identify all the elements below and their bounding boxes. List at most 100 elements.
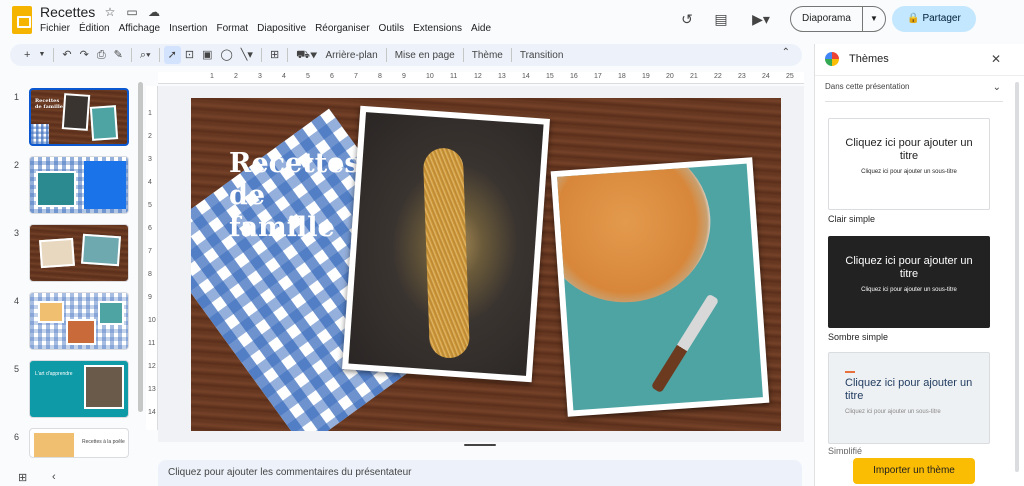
new-slide-dropdown-icon[interactable]: ▼: [34, 46, 49, 64]
text-box-icon[interactable]: ⊡: [181, 46, 198, 64]
theme-card-title: Cliquez ici pour ajouter un titre: [845, 377, 973, 402]
redo-icon[interactable]: ↷: [76, 46, 93, 64]
comment-add-icon[interactable]: ⊞: [266, 46, 283, 64]
background-paint-icon[interactable]: ⛟▾: [292, 46, 321, 64]
menu-format[interactable]: Format: [216, 23, 248, 34]
menu-aide[interactable]: Aide: [471, 23, 491, 34]
theme-name: Sombre simple: [828, 332, 889, 342]
ruler-tick-label: 15: [546, 73, 554, 80]
document-title[interactable]: Recettes: [40, 4, 95, 20]
ruler-tick-label: 13: [148, 386, 156, 393]
theme-name: Clair simple: [828, 214, 876, 224]
thumbnail-photo: [39, 237, 75, 269]
filmstrip-item[interactable]: 3: [0, 224, 146, 286]
theme-card-simplifie[interactable]: Cliquez ici pour ajouter un titre Clique…: [828, 352, 990, 444]
share-button[interactable]: 🔒 Partager: [892, 6, 976, 32]
chevron-down-icon[interactable]: ▼: [863, 7, 885, 31]
ruler-tick-label: 24: [762, 73, 770, 80]
ruler-tick-label: 11: [148, 340, 156, 347]
thumbnail-photo: [34, 433, 74, 457]
image-icon[interactable]: ▣: [198, 46, 216, 64]
import-theme-button[interactable]: Importer un thème: [853, 458, 975, 484]
notes-resize-handle[interactable]: [464, 444, 496, 446]
slide-thumbnail[interactable]: [29, 156, 129, 214]
menu-fichier[interactable]: Fichier: [40, 23, 70, 34]
theme-card-title: Cliquez ici pour ajouter un titre: [845, 137, 973, 162]
menu-reorganiser[interactable]: Réorganiser: [315, 23, 369, 34]
slide-thumbnail[interactable]: [29, 292, 129, 350]
pasta-photo[interactable]: [342, 105, 550, 383]
ruler-tick-label: 8: [148, 271, 152, 278]
slide-thumbnail[interactable]: [29, 224, 129, 282]
toolbar-divider: [287, 48, 289, 62]
ruler-tick-label: 9: [148, 294, 152, 301]
ruler-tick-label: 5: [148, 202, 152, 209]
select-cursor-icon[interactable]: ➚: [163, 46, 181, 64]
layout-button[interactable]: Mise en page: [391, 50, 459, 61]
pasta-strands: [422, 147, 471, 359]
theme-accent-bar: [845, 371, 855, 373]
slideshow-button[interactable]: Diaporama ▼: [790, 6, 886, 32]
slide-number: 3: [14, 228, 20, 238]
menu-affichage[interactable]: Affichage: [119, 23, 161, 34]
themes-scrollbar[interactable]: [1015, 82, 1019, 472]
filmstrip-item[interactable]: 2: [0, 156, 146, 218]
menu-edition[interactable]: Édition: [79, 23, 110, 34]
theme-card-clair-simple[interactable]: Cliquez ici pour ajouter un titre Clique…: [828, 118, 990, 210]
chevron-down-icon: ⌄: [992, 82, 1001, 93]
thumbnail-caption: L'art d'apprendre: [35, 371, 73, 377]
toolbar: + ▼ ↶ ↷ ⎙ ✎ ⌕▾ ➚ ⊡ ▣ ◯ ╲▾ ⊞ ⛟▾ Arrière-p…: [10, 44, 802, 66]
history-icon[interactable]: ↺: [678, 10, 696, 28]
paint-format-icon[interactable]: ✎: [110, 46, 127, 64]
line-icon[interactable]: ╲▾: [237, 46, 257, 64]
theme-card-sombre-simple[interactable]: Cliquez ici pour ajouter un titre Clique…: [828, 236, 990, 328]
background-button[interactable]: Arrière-plan: [321, 50, 381, 61]
collapse-toolbar-icon[interactable]: ⌃: [782, 47, 790, 58]
close-icon[interactable]: ✕: [991, 52, 1001, 66]
ruler-tick-label: 25: [786, 73, 794, 80]
slides-logo-icon[interactable]: [12, 6, 32, 34]
grid-view-icon[interactable]: ⊞: [18, 471, 27, 484]
print-icon[interactable]: ⎙: [93, 46, 110, 64]
collapse-filmstrip-icon[interactable]: ‹: [52, 471, 56, 483]
transition-button[interactable]: Transition: [516, 50, 568, 61]
cloud-status-icon[interactable]: ☁: [147, 5, 161, 19]
toolbar-divider: [510, 48, 512, 62]
ruler-tick-label: 6: [148, 225, 152, 232]
menu-outils[interactable]: Outils: [379, 23, 405, 34]
ruler-tick-label: 3: [148, 156, 152, 163]
speaker-notes[interactable]: Cliquez pour ajouter les commentaires du…: [158, 460, 802, 486]
pasta-image: [348, 112, 544, 376]
slide-thumbnail[interactable]: Recettes de famille: [29, 88, 129, 146]
themes-source-dropdown[interactable]: Dans cette présentation ⌄: [825, 82, 1003, 102]
slide-1[interactable]: Recettes de famille: [191, 98, 781, 431]
theme-card-title: Cliquez ici pour ajouter un titre: [845, 255, 973, 280]
comments-icon[interactable]: ▤: [712, 10, 730, 28]
undo-icon[interactable]: ↶: [58, 46, 75, 64]
zoom-icon[interactable]: ⌕▾: [136, 46, 155, 64]
star-icon[interactable]: ☆: [103, 5, 117, 19]
new-slide-icon[interactable]: +: [20, 46, 34, 64]
toolbar-divider: [130, 48, 132, 62]
filmstrip-item[interactable]: 1 Recettes de famille: [0, 88, 146, 150]
toolbar-divider: [260, 48, 262, 62]
menu-extensions[interactable]: Extensions: [413, 23, 462, 34]
theme-button[interactable]: Thème: [468, 50, 507, 61]
shape-icon[interactable]: ◯: [216, 46, 236, 64]
filmstrip-item[interactable]: 5 L'art d'apprendre: [0, 360, 146, 422]
ruler-tick-label: 12: [148, 363, 156, 370]
thumbnail-caption: Recettes à la poêle: [82, 439, 125, 445]
pie-image: [557, 163, 763, 411]
slide-thumbnail[interactable]: L'art d'apprendre: [29, 360, 129, 418]
menu-diapositive[interactable]: Diapositive: [257, 23, 306, 34]
thumbnail-photo: [61, 93, 91, 131]
filmstrip-item[interactable]: 4: [0, 292, 146, 354]
ruler-tick-label: 14: [148, 409, 156, 416]
meet-icon[interactable]: ▶▾: [746, 10, 776, 28]
filmstrip-scrollbar[interactable]: [138, 82, 143, 412]
slideshow-label[interactable]: Diaporama: [791, 7, 863, 31]
menu-insertion[interactable]: Insertion: [169, 23, 207, 34]
slide-thumbnail[interactable]: Recettes à la poêle: [29, 428, 129, 458]
pie-photo[interactable]: [550, 157, 770, 417]
move-folder-icon[interactable]: ▭: [125, 5, 139, 19]
